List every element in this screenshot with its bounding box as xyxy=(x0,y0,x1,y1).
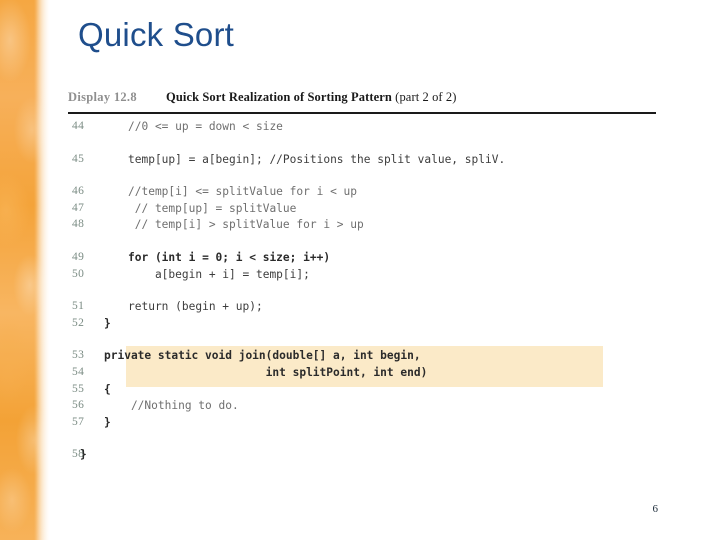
code-line-text: return (begin + up); xyxy=(128,300,263,314)
figure-display-number: Display 12.8 xyxy=(68,90,137,104)
code-line: 53 private static void join(double[] a, i… xyxy=(68,349,658,366)
code-line-text: // temp[up] = splitValue xyxy=(128,201,297,215)
display-figure: Display 12.8 Quick Sort Realization of S… xyxy=(68,90,658,461)
caption-divider xyxy=(68,112,656,114)
code-line: 45 temp[up] = a[begin]; //Positions the s… xyxy=(68,153,658,170)
code-line-number: 46 xyxy=(72,185,85,198)
code-line-number: 49 xyxy=(72,250,85,263)
code-line-text: //0 <= up = down < size xyxy=(128,120,283,133)
code-line-number: 53 xyxy=(72,349,85,362)
code-listing: 44 //0 <= up = down < size 45 temp[up] = a[… xyxy=(68,120,658,465)
code-line-number: 57 xyxy=(72,415,85,428)
code-line-text: a[begin + i] = temp[i]; xyxy=(128,267,310,281)
code-line-text: //Nothing to do. xyxy=(104,399,239,413)
code-line-number: 56 xyxy=(72,399,85,412)
code-line: 54 int splitPoint, int end) xyxy=(68,366,658,383)
code-line: 58} xyxy=(68,448,658,465)
code-line-text: } xyxy=(104,415,111,429)
code-line-text: int splitPoint, int end) xyxy=(104,365,428,379)
code-line-number: 45 xyxy=(72,152,85,165)
code-line-text: for (int i = 0; i < size; i++) xyxy=(128,250,331,264)
code-line-number: 52 xyxy=(72,316,85,329)
code-line: 48 // temp[i] > splitValue for i > up xyxy=(68,218,658,235)
figure-caption-title: Quick Sort Realization of Sorting Patter… xyxy=(166,90,457,105)
code-line: 44 //0 <= up = down < size xyxy=(68,120,658,137)
figure-caption-part: (part 2 of 2) xyxy=(391,90,457,104)
code-line-text: temp[up] = a[begin]; //Positions the spl… xyxy=(128,152,506,166)
code-line: 46 //temp[i] <= splitValue for i < up xyxy=(68,185,658,202)
code-line: 57} xyxy=(68,416,658,433)
code-line-number: 54 xyxy=(72,365,85,378)
code-line-text: private static void join(double[] a, int… xyxy=(104,349,421,363)
slide-page-number: 6 xyxy=(652,503,659,515)
code-line-text: { xyxy=(104,382,111,396)
code-line: 49 for (int i = 0; i < size; i++) xyxy=(68,251,658,268)
code-line-number: 44 xyxy=(72,120,85,132)
code-line: 56 //Nothing to do. xyxy=(68,399,658,416)
code-line-text: } xyxy=(80,448,87,462)
code-line-text: //temp[i] <= splitValue for i < up xyxy=(128,185,358,199)
code-line-number: 51 xyxy=(72,300,85,313)
page-title: Quick Sort xyxy=(78,16,235,53)
figure-caption-main: Quick Sort Realization of Sorting Patter… xyxy=(166,90,392,104)
code-line-text: // temp[i] > splitValue for i > up xyxy=(128,218,364,232)
code-line-number: 55 xyxy=(72,382,85,395)
code-line-number: 47 xyxy=(72,201,85,214)
code-line-number: 50 xyxy=(72,267,85,280)
orange-band-fade xyxy=(36,0,56,540)
figure-caption: Display 12.8 Quick Sort Realization of S… xyxy=(68,90,658,109)
code-line: 55 { xyxy=(68,383,658,400)
code-line: 52} xyxy=(68,317,658,334)
slide-canvas: Quick Sort Display 12.8 Quick Sort Reali… xyxy=(0,0,720,540)
code-line-number: 48 xyxy=(72,218,85,231)
code-line: 47 // temp[up] = splitValue xyxy=(68,202,658,219)
code-line: 50 a[begin + i] = temp[i]; xyxy=(68,268,658,285)
code-line: 51 return (begin + up); xyxy=(68,300,658,317)
code-line-text: } xyxy=(104,316,111,330)
